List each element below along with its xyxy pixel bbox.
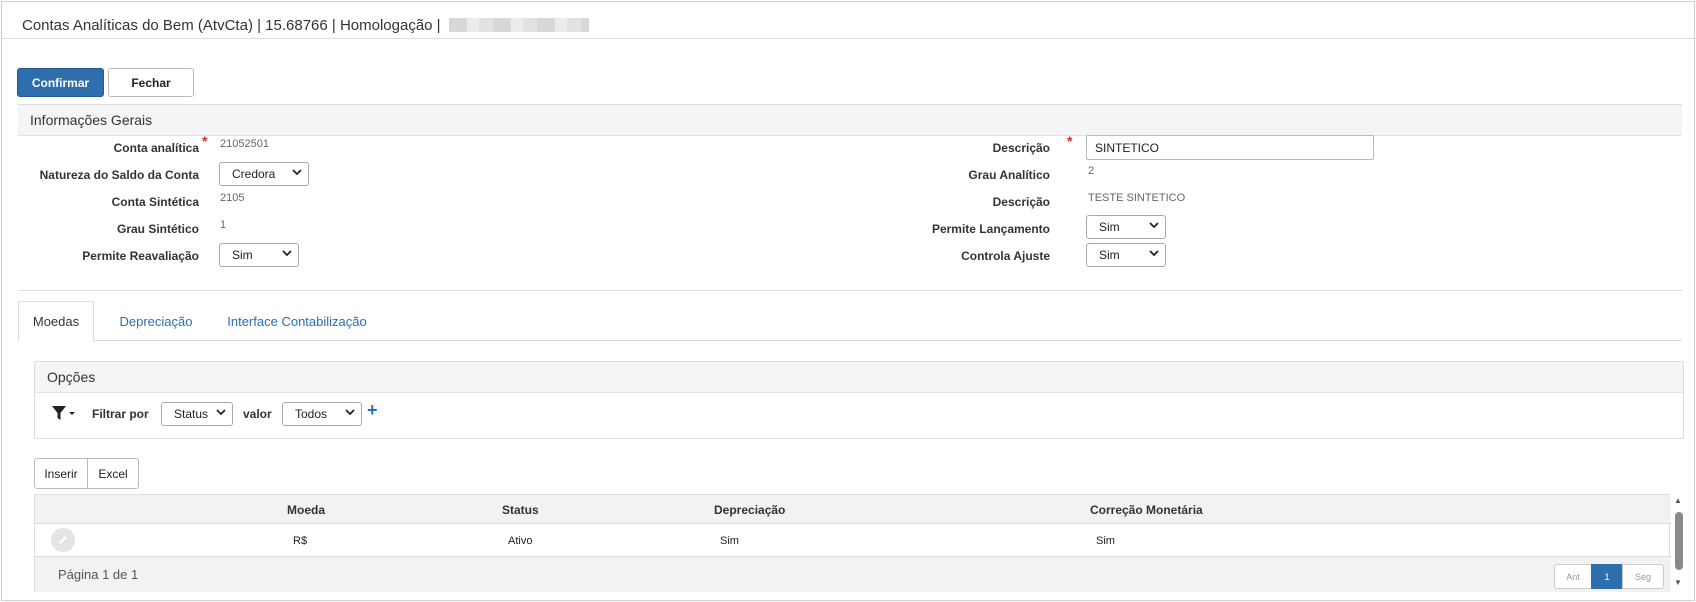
required-mark: * xyxy=(202,133,208,149)
window-title: Contas Analíticas do Bem (AtvCta) | 15.6… xyxy=(2,2,1696,39)
grau-sintetico-label: Grau Sintético xyxy=(116,222,199,236)
moedas-grid: Moeda Status Depreciação Correção Monetá… xyxy=(34,494,1671,592)
permite-reavaliacao-select-value: Sim xyxy=(232,248,253,262)
descricao2-label: Descrição xyxy=(992,195,1050,209)
filter-value-select[interactable]: Todos xyxy=(282,402,362,426)
cell-correcao-monetaria: Sim xyxy=(1096,535,1115,547)
controla-ajuste-select-value: Sim xyxy=(1099,248,1120,262)
tab-interface-contabilizacao[interactable]: Interface Contabilização xyxy=(216,301,378,341)
grau-analitico-value: 2 xyxy=(1088,165,1095,177)
chevron-down-icon xyxy=(1149,248,1159,261)
permite-reavaliacao-label: Permite Reavaliação xyxy=(82,249,199,263)
window-title-text: Contas Analíticas do Bem (AtvCta) | 15.6… xyxy=(22,16,441,34)
chevron-down-icon xyxy=(282,248,292,261)
redacted-username xyxy=(448,18,589,32)
natureza-label: Natureza do Saldo da Conta xyxy=(39,168,199,182)
conta-sintetica-label: Conta Sintética xyxy=(111,195,199,209)
column-header-status[interactable]: Status xyxy=(502,503,539,517)
natureza-select[interactable]: Credora xyxy=(219,162,309,186)
conta-analitica-value: 21052501 xyxy=(220,138,269,150)
permite-lancamento-select-value: Sim xyxy=(1099,220,1120,234)
descricao-input[interactable]: SINTETICO xyxy=(1086,135,1374,160)
edit-pencil-icon[interactable] xyxy=(51,528,75,552)
required-mark: * xyxy=(1067,133,1073,149)
conta-sintetica-value: 2105 xyxy=(220,192,245,204)
options-title: Opções xyxy=(35,362,1683,393)
close-button[interactable]: Fechar xyxy=(108,68,194,97)
pager-next-button[interactable]: Seg xyxy=(1622,564,1664,589)
grid-header: Moeda Status Depreciação Correção Monetá… xyxy=(35,495,1671,524)
grau-sintetico-value: 1 xyxy=(220,219,227,231)
cell-status: Ativo xyxy=(508,535,533,547)
filter-value-value: Todos xyxy=(295,407,328,421)
general-info-panel: Informações Gerais Conta analítica * 210… xyxy=(18,104,1682,291)
page-info: Página 1 de 1 xyxy=(58,567,139,582)
natureza-select-value: Credora xyxy=(232,167,276,181)
controla-ajuste-label: Controla Ajuste xyxy=(961,249,1050,263)
add-filter-icon[interactable]: + xyxy=(367,400,378,421)
filter-field-select[interactable]: Status xyxy=(161,402,233,426)
pager-current-page[interactable]: 1 xyxy=(1591,564,1623,589)
general-info-title: Informações Gerais xyxy=(18,105,1682,136)
scroll-down-icon[interactable]: ▼ xyxy=(1674,578,1682,587)
column-header-correcao-monetaria[interactable]: Correção Monetária xyxy=(1090,503,1203,517)
scroll-up-icon[interactable]: ▲ xyxy=(1674,496,1682,505)
column-header-moeda[interactable]: Moeda xyxy=(287,503,325,517)
tab-moedas[interactable]: Moedas xyxy=(18,301,94,342)
descricao2-value: TESTE SINTETICO xyxy=(1088,192,1186,204)
descricao-label: Descrição xyxy=(992,141,1050,155)
permite-lancamento-select[interactable]: Sim xyxy=(1086,215,1166,239)
app-frame: Contas Analíticas do Bem (AtvCta) | 15.6… xyxy=(1,1,1696,601)
chevron-down-icon xyxy=(216,407,226,420)
filter-field-value: Status xyxy=(174,407,209,421)
chevron-down-icon xyxy=(345,407,355,420)
options-panel: Opções Filtrar por Status valor Todos + xyxy=(34,361,1684,439)
grid-footer: Página 1 de 1 Ant 1 Seg xyxy=(35,556,1671,592)
confirm-button[interactable]: Confirmar xyxy=(17,68,104,97)
excel-button[interactable]: Excel xyxy=(87,458,139,489)
permite-lancamento-label: Permite Lançamento xyxy=(931,222,1050,236)
value-label: valor xyxy=(243,407,272,421)
pager-prev-button[interactable]: Ant xyxy=(1554,564,1592,589)
filter-by-label: Filtrar por xyxy=(92,407,149,421)
chevron-down-icon xyxy=(292,167,302,180)
grid-scrollbar[interactable]: ▲ ▼ xyxy=(1672,494,1686,592)
column-header-depreciacao[interactable]: Depreciação xyxy=(714,503,785,517)
conta-analitica-label: Conta analítica xyxy=(113,141,199,155)
filter-icon[interactable] xyxy=(51,404,77,427)
tab-bar: Moedas Depreciação Interface Contabiliza… xyxy=(18,301,1682,342)
controla-ajuste-select[interactable]: Sim xyxy=(1086,243,1166,267)
cell-depreciacao: Sim xyxy=(720,535,739,547)
tab-depreciacao[interactable]: Depreciação xyxy=(104,301,208,341)
insert-button[interactable]: Inserir xyxy=(34,458,88,489)
chevron-down-icon xyxy=(1149,220,1159,233)
grau-analitico-label: Grau Analítico xyxy=(968,168,1050,182)
scrollbar-thumb[interactable] xyxy=(1675,512,1683,570)
permite-reavaliacao-select[interactable]: Sim xyxy=(219,243,299,267)
cell-moeda: R$ xyxy=(293,535,308,547)
